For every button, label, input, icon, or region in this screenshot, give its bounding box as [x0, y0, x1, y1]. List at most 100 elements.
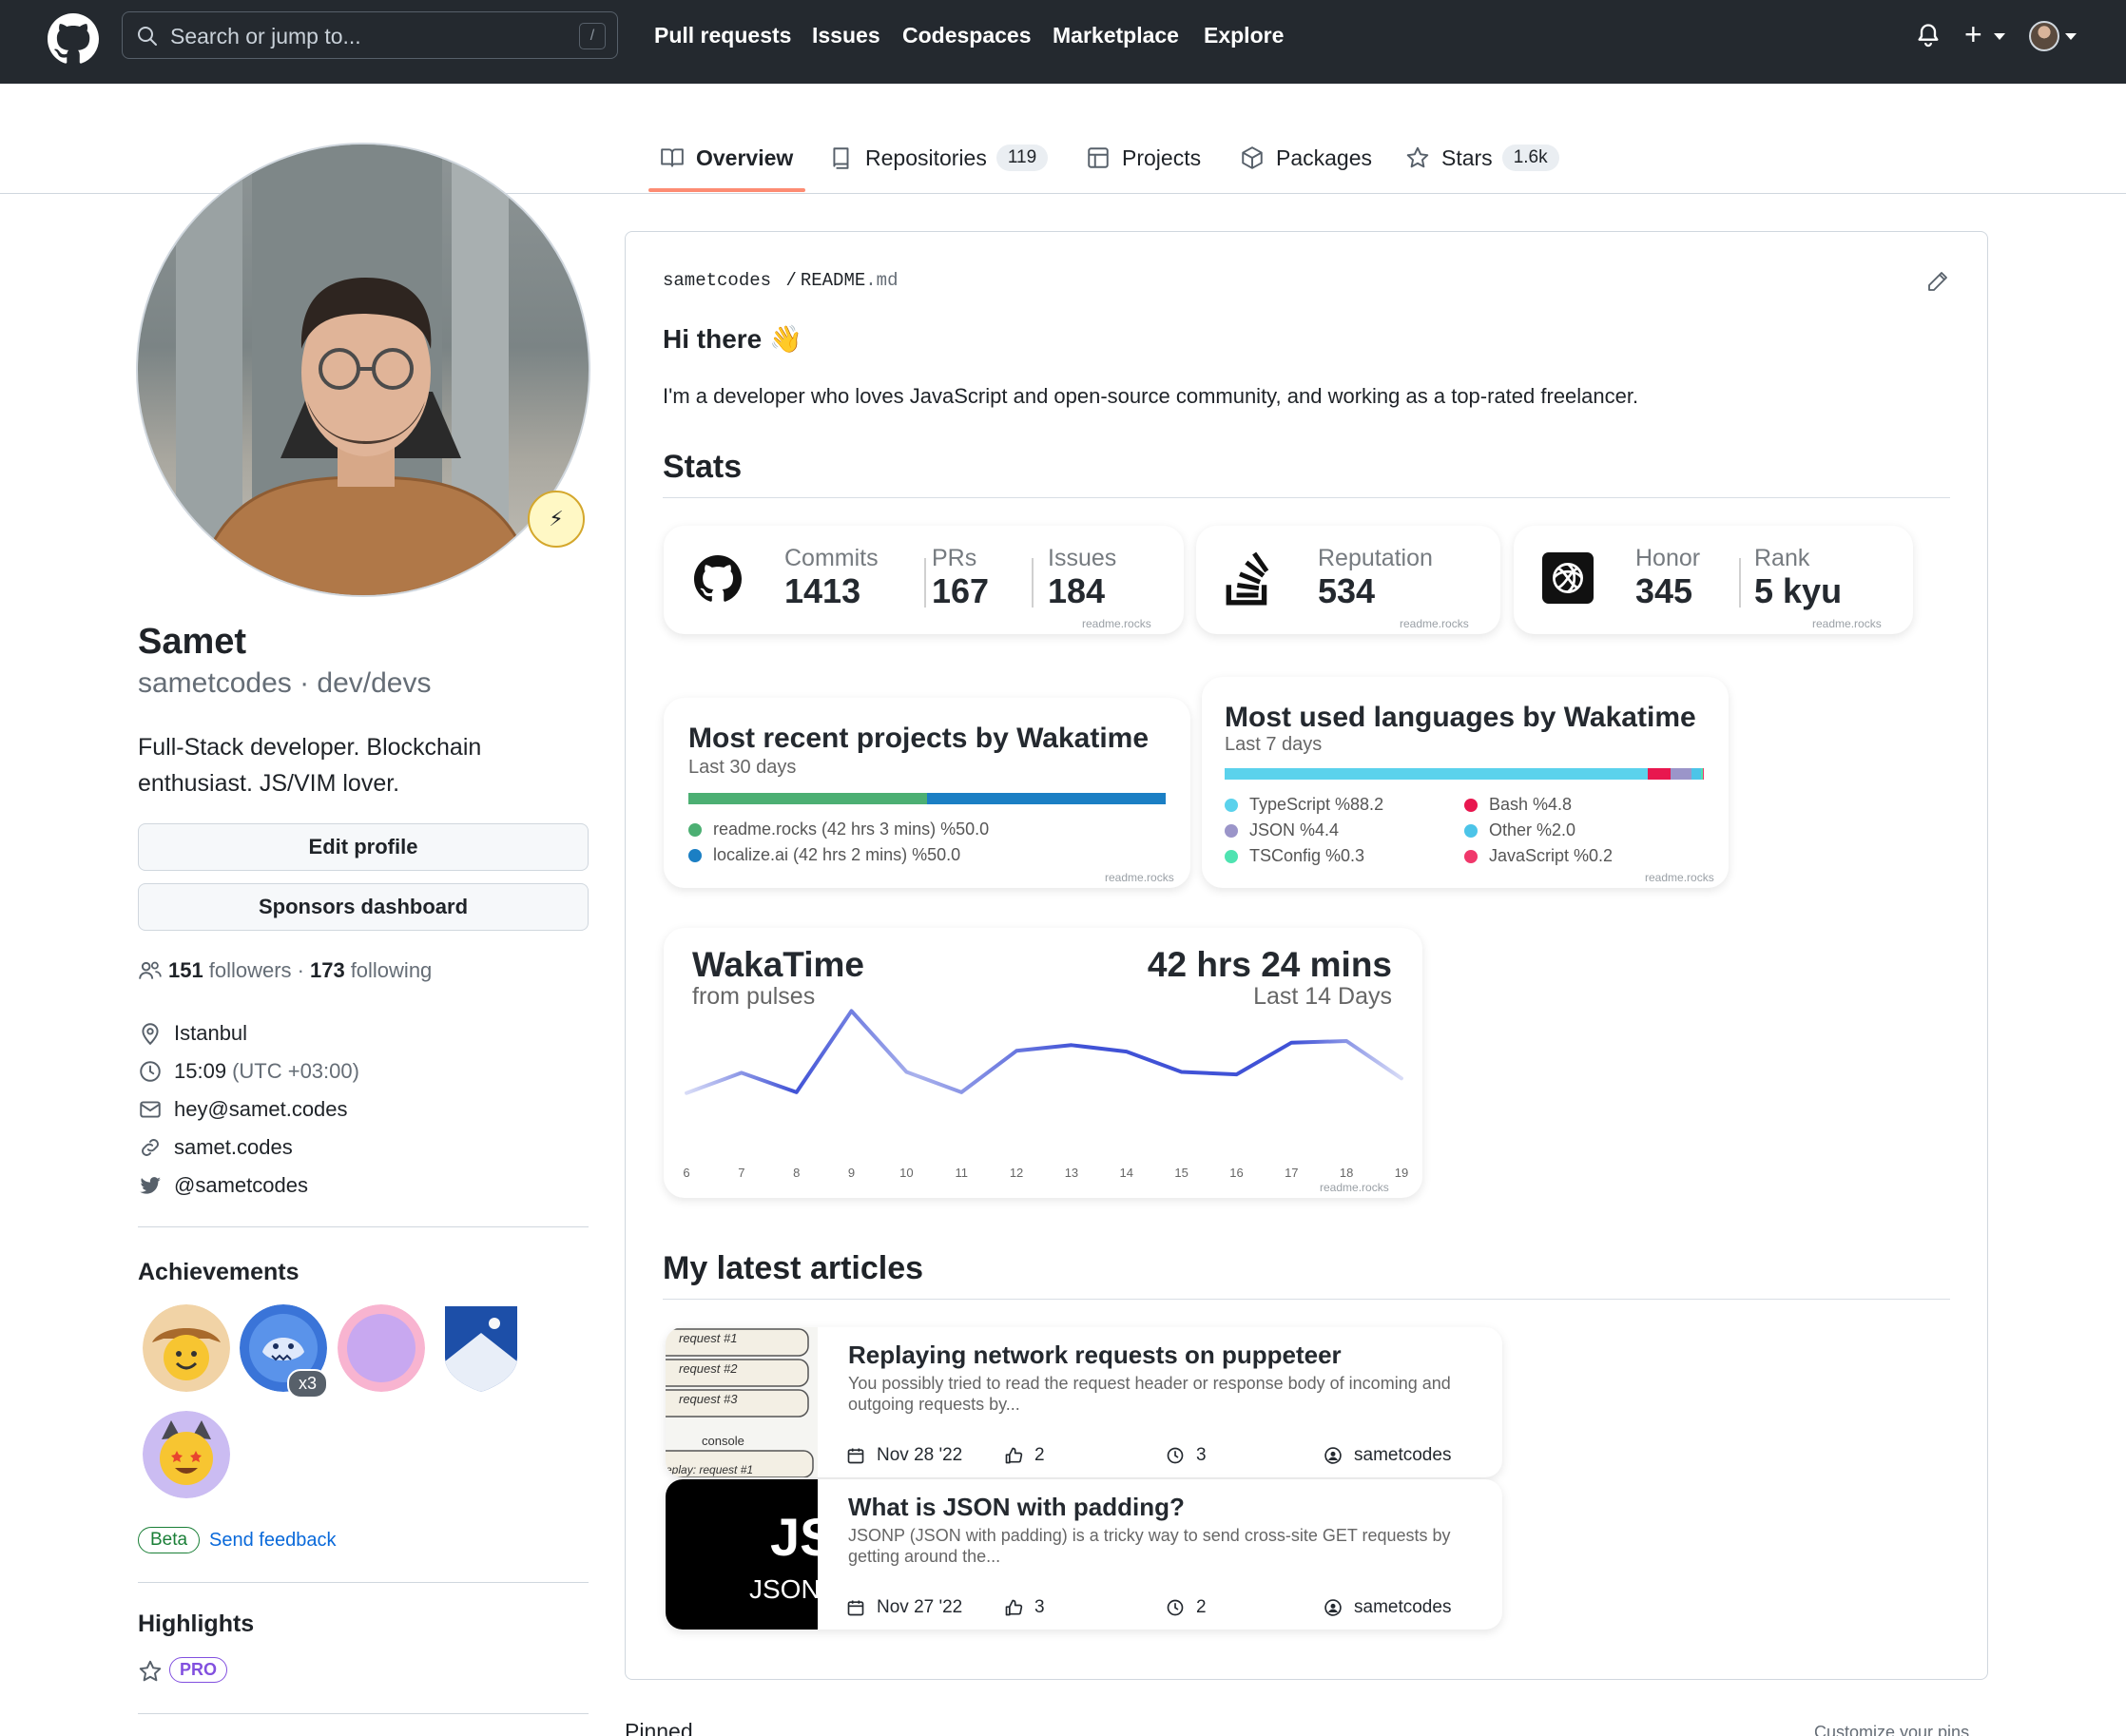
article-likes-count: 2 — [1034, 1445, 1045, 1465]
readme-file-link[interactable]: README — [801, 270, 865, 291]
link-icon — [142, 1139, 159, 1156]
legend-dot — [688, 848, 702, 862]
tab-projects[interactable]: Projects — [1086, 139, 1201, 177]
tab-overview[interactable]: Overview — [660, 139, 793, 177]
status-emoji-button[interactable]: ⚡ — [528, 491, 585, 548]
stackoverflow-stats-card[interactable]: Reputation 534 readme.rocks — [1196, 526, 1500, 634]
stat-label-issues: Issues — [1048, 545, 1117, 571]
notifications-bell-icon[interactable] — [1915, 21, 1942, 49]
wakatime-languages-title: Most used languages by Wakatime — [1225, 702, 1696, 733]
thumbs-up-icon — [1005, 1447, 1023, 1464]
sponsors-dashboard-button[interactable]: Sponsors dashboard — [138, 883, 589, 931]
create-dropdown-caret-icon[interactable] — [1994, 33, 2005, 40]
x-tick-label: 6 — [683, 1166, 690, 1180]
article-reading-minutes: 3 — [1196, 1445, 1207, 1465]
search-input[interactable]: Search or jump to... / — [122, 11, 618, 59]
followers-count[interactable]: 151 — [168, 958, 203, 983]
avatar-dropdown-caret-icon[interactable] — [2065, 33, 2077, 40]
article-card[interactable]: request #1 request #2 request #3 console… — [666, 1327, 1502, 1477]
readme-intro: I'm a developer who loves JavaScript and… — [663, 384, 1639, 408]
readme-path-sep: / — [785, 270, 797, 291]
article-title[interactable]: Replaying network requests on puppeteer — [848, 1341, 1342, 1370]
thumb-text: request #2 — [679, 1361, 738, 1376]
github-logo-icon — [694, 555, 742, 602]
wakatime-languages-card[interactable]: Most used languages by Wakatime Last 7 d… — [1202, 677, 1729, 888]
github-logo-icon[interactable] — [48, 13, 99, 65]
language-legend-item: JSON %4.4 — [1225, 820, 1339, 840]
articles-heading-rule — [663, 1299, 1950, 1300]
language-legend-item: TSConfig %0.3 — [1225, 846, 1364, 866]
edit-pencil-icon[interactable] — [1926, 270, 1949, 293]
wakatime-projects-title: Most recent projects by Wakatime — [688, 723, 1150, 754]
create-new-plus-icon[interactable]: + — [1964, 19, 1982, 49]
repositories-count: 119 — [995, 145, 1049, 171]
thumb-text: JS — [770, 1507, 836, 1567]
x-tick-label: 18 — [1339, 1166, 1354, 1180]
send-feedback-link[interactable]: Send feedback — [209, 1530, 336, 1552]
achievements-title[interactable]: Achievements — [138, 1259, 300, 1286]
website-link[interactable]: samet.codes — [174, 1135, 293, 1160]
tab-repositories[interactable]: Repositories 119 — [829, 139, 1049, 177]
wakatime-pulses-card[interactable]: WakaTime from pulses 42 hrs 24 mins Last… — [664, 928, 1422, 1198]
clock-icon — [1167, 1599, 1184, 1616]
article-author-name: sametcodes — [1354, 1597, 1452, 1617]
language-legend-label: TypeScript %88.2 — [1249, 795, 1384, 814]
following-label[interactable]: following — [351, 958, 433, 983]
stat-label-commits: Commits — [784, 545, 879, 571]
article-reading-time: 2 — [1166, 1597, 1207, 1618]
x-tick-label: 10 — [899, 1166, 914, 1180]
readme-greeting: Hi there 👋 — [663, 324, 802, 354]
share-bar-segment — [1702, 768, 1704, 780]
article-reading-minutes: 2 — [1196, 1597, 1207, 1617]
following-count[interactable]: 173 — [310, 958, 345, 983]
achievement-badge-starstruck[interactable] — [143, 1411, 230, 1498]
global-header: Search or jump to... / Pull requests Iss… — [0, 0, 2126, 84]
vcard-website: samet.codes — [138, 1135, 293, 1160]
article-card[interactable]: JS JSON What is JSON with padding? JSONP… — [666, 1479, 1502, 1630]
tab-stars[interactable]: Stars 1.6k — [1405, 139, 1559, 177]
github-stats-card[interactable]: Commits 1413 PRs 167 Issues 184 readme.r… — [664, 526, 1184, 634]
followers-label[interactable]: followers · — [209, 958, 304, 983]
nav-marketplace[interactable]: Marketplace — [1053, 23, 1179, 48]
tab-selected-underline — [648, 188, 805, 192]
article-likes: 3 — [1004, 1597, 1045, 1618]
user-avatar-menu[interactable] — [2029, 21, 2059, 51]
email-link[interactable]: hey@samet.codes — [174, 1097, 348, 1122]
readme-file-ext: .md — [865, 270, 899, 291]
x-tick-label: 12 — [1009, 1166, 1024, 1180]
tab-packages[interactable]: Packages — [1240, 139, 1372, 177]
article-likes: 2 — [1004, 1445, 1045, 1466]
stat-value-rank: 5 kyu — [1754, 571, 1843, 610]
edit-profile-button[interactable]: Edit profile — [138, 823, 589, 871]
language-legend-label: Bash %4.8 — [1489, 795, 1573, 814]
pulse-series-line — [685, 1009, 1403, 1095]
vcard-twitter: @sametcodes — [138, 1173, 308, 1198]
nav-pull-requests[interactable]: Pull requests — [654, 23, 791, 48]
nav-issues[interactable]: Issues — [812, 23, 880, 48]
codewars-stats-card[interactable]: Honor 345 Rank 5 kyu readme.rocks — [1514, 526, 1913, 634]
stat-value-issues: 184 — [1048, 571, 1106, 610]
wakatime-projects-card[interactable]: Most recent projects by Wakatime Last 30… — [664, 698, 1190, 888]
stat-value-commits: 1413 — [784, 571, 861, 610]
profile-photo-illustration — [176, 145, 538, 595]
readme-rocks-credit: readme.rocks — [1400, 617, 1469, 630]
nav-explore[interactable]: Explore — [1204, 23, 1284, 48]
achievement-badge-yolo[interactable] — [338, 1304, 425, 1392]
twitter-link[interactable]: @sametcodes — [174, 1173, 308, 1198]
nav-codespaces[interactable]: Codespaces — [902, 23, 1032, 48]
article-title[interactable]: What is JSON with padding? — [848, 1493, 1185, 1522]
language-legend-item: Bash %4.8 — [1464, 795, 1572, 815]
pro-badge[interactable]: PRO — [169, 1657, 228, 1683]
stat-label-honor: Honor — [1635, 545, 1701, 571]
customize-pins-link[interactable]: Customize your pins — [1814, 1723, 1969, 1736]
article-description: You possibly tried to read the request h… — [848, 1374, 1451, 1414]
x-tick-label: 17 — [1285, 1166, 1299, 1180]
project-legend-item: readme.rocks (42 hrs 3 mins) %50.0 — [688, 820, 989, 839]
readme-owner-link[interactable]: sametcodes — [663, 270, 771, 291]
legend-dot — [1464, 823, 1478, 838]
share-bar-segment — [688, 793, 927, 804]
article-date: Nov 28 '22 — [846, 1445, 962, 1466]
achievement-badge-arctic[interactable] — [437, 1304, 525, 1392]
profile-avatar[interactable] — [136, 143, 590, 597]
achievement-badge-cowboy[interactable] — [143, 1304, 230, 1392]
